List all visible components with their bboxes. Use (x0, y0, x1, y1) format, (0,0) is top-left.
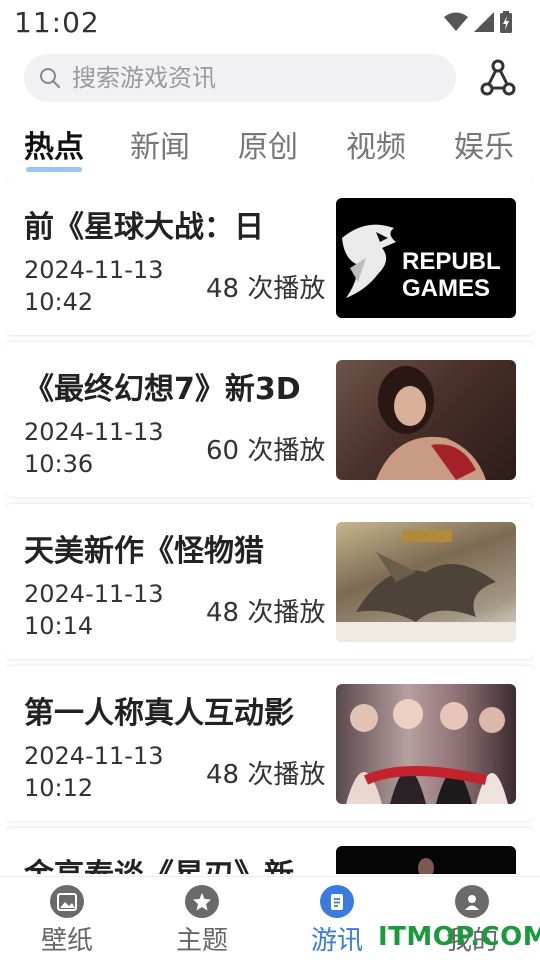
monster-scene-image (336, 530, 516, 642)
character-image (376, 366, 486, 480)
article-time: 10:14 (24, 612, 94, 640)
article-date: 2024-11-13 (24, 256, 164, 284)
article-title: 前《星球大战：日 (24, 210, 264, 245)
share-icon (480, 59, 516, 96)
tab-hot[interactable]: 热点 (24, 122, 84, 172)
article-datetime: 2024-11-13 10:42 (24, 254, 184, 318)
status-icons (444, 11, 512, 33)
article-date: 2024-11-13 (24, 418, 164, 446)
battery-icon (500, 11, 512, 33)
article-date: 2024-11-13 (24, 742, 164, 770)
tab-entertainment[interactable]: 娱乐 (454, 122, 514, 166)
category-tabs: 热点 新闻 原创 视频 娱乐 (0, 118, 540, 172)
search-box[interactable] (24, 54, 456, 102)
news-icon (320, 885, 354, 918)
article-title: 第一人称真人互动影 (24, 696, 294, 731)
cast-poster-image (346, 699, 508, 804)
article-card[interactable]: 前《星球大战：日 2024-11-13 10:42 48 次播放 REPUBL … (6, 180, 534, 335)
article-thumbnail[interactable]: REPUBL GAMES (336, 198, 516, 318)
thumb-logo-line-2: GAMES (402, 275, 490, 302)
article-title: 天美新作《怪物猎 (24, 534, 264, 569)
tab-label: 新闻 (130, 130, 190, 165)
nav-label: 主题 (175, 926, 228, 956)
status-time: 11:02 (14, 5, 100, 39)
article-time: 10:36 (24, 450, 94, 478)
nav-label: 游讯 (310, 926, 363, 956)
share-button[interactable] (476, 56, 520, 100)
wifi-icon (444, 12, 468, 31)
search-input[interactable] (72, 64, 442, 92)
article-title: 《最终幻想7》新3D (24, 372, 301, 407)
eagle-logo-icon: REPUBL GAMES (342, 224, 501, 302)
tab-label: 热点 (24, 130, 84, 165)
article-datetime: 2024-11-13 10:36 (24, 416, 184, 480)
article-date: 2024-11-13 (24, 580, 164, 608)
article-card[interactable]: 金亨泰谈《星刃》新 (6, 828, 534, 874)
status-bar: 11:02 (0, 0, 540, 44)
nav-label: 壁纸 (40, 926, 93, 956)
article-play-count: 48 次播放 (206, 274, 326, 304)
article-thumbnail[interactable] (336, 522, 516, 642)
tab-video[interactable]: 视频 (346, 122, 406, 166)
tab-active-underline (26, 167, 82, 172)
theme-icon (185, 885, 219, 918)
article-datetime: 2024-11-13 10:12 (24, 740, 184, 804)
article-time: 10:12 (24, 774, 94, 802)
article-card[interactable]: 《最终幻想7》新3D 2024-11-13 10:36 60 次播放 (6, 342, 534, 497)
search-icon (38, 66, 62, 90)
profile-icon (455, 885, 489, 918)
nav-news[interactable]: 游讯 (287, 885, 387, 957)
stellar-blade-image (418, 858, 434, 874)
thumb-logo-line-1: REPUBL (402, 248, 501, 275)
tab-label: 视频 (346, 130, 406, 165)
article-play-count: 48 次播放 (206, 760, 326, 790)
article-play-count: 60 次播放 (206, 436, 326, 466)
search-row (0, 52, 540, 104)
wallpaper-icon (50, 885, 84, 918)
article-card[interactable]: 第一人称真人互动影 2024-11-13 10:12 48 次播放 (6, 666, 534, 821)
tab-news[interactable]: 新闻 (130, 122, 190, 166)
article-title: 金亨泰谈《星刃》新 (24, 850, 324, 874)
nav-theme[interactable]: 主题 (152, 885, 252, 957)
article-thumbnail[interactable] (336, 846, 516, 874)
tab-original[interactable]: 原创 (238, 122, 298, 166)
tab-label: 原创 (238, 130, 298, 165)
article-thumbnail[interactable] (336, 684, 516, 804)
article-card[interactable]: 天美新作《怪物猎 2024-11-13 10:14 48 次播放 (6, 504, 534, 659)
article-time: 10:42 (24, 288, 94, 316)
nav-wallpaper[interactable]: 壁纸 (17, 885, 117, 957)
tab-label: 娱乐 (454, 130, 514, 165)
article-list: 前《星球大战：日 2024-11-13 10:42 48 次播放 REPUBL … (6, 180, 534, 874)
article-play-count: 48 次播放 (206, 598, 326, 628)
article-datetime: 2024-11-13 10:14 (24, 578, 184, 642)
article-thumbnail[interactable] (336, 360, 516, 480)
watermark: ITMOP.COM (378, 922, 540, 952)
signal-icon (474, 12, 494, 32)
